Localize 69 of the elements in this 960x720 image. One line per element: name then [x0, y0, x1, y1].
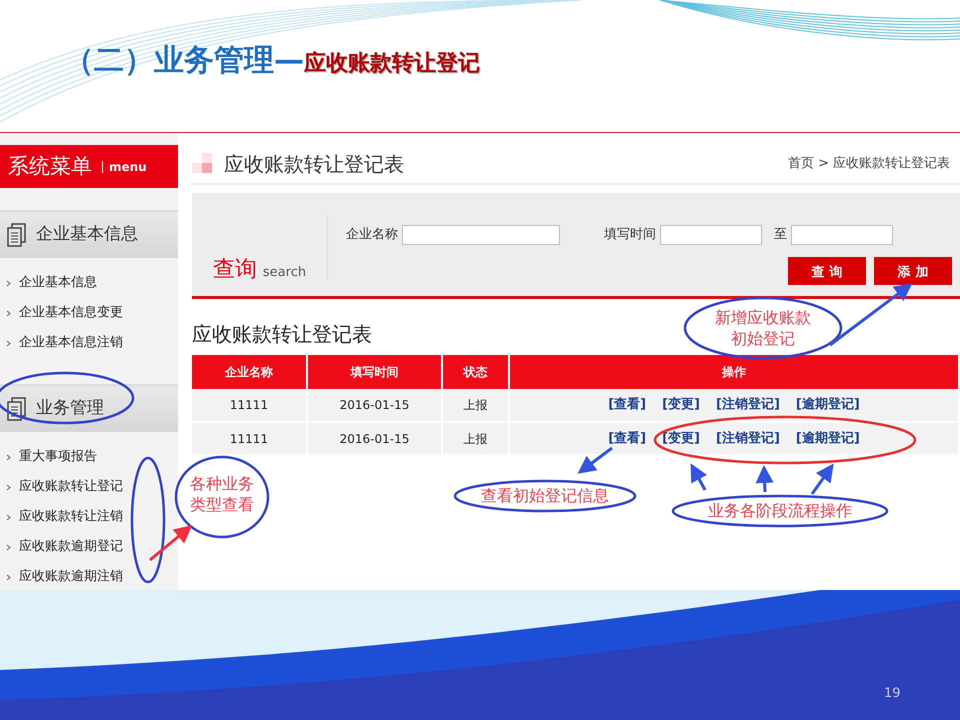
arrow: [756, 465, 774, 492]
menu-group-label: 企业基本信息: [36, 223, 138, 246]
arrow: [810, 464, 834, 495]
field-label: 填写时间: [604, 226, 656, 244]
table-cell: 上报: [442, 422, 509, 455]
column-header: 状态: [442, 355, 509, 389]
annotation-text: 各种业务 类型查看: [190, 473, 254, 515]
annotation-text: 新增应收账款 初始登记: [715, 307, 811, 349]
documents-icon: [6, 397, 28, 421]
table-cell: 2016-01-15: [307, 389, 442, 422]
column-header: 企业名称: [192, 355, 307, 389]
chevron-icon: [6, 280, 11, 286]
table-title: 应收账款转让登记表: [192, 321, 372, 348]
breadcrumb-link[interactable]: 首页: [788, 154, 814, 174]
table-cell: 2016-01-15: [307, 422, 442, 455]
menu-group-label: 业务管理: [36, 397, 104, 420]
menu-item[interactable]: 企业基本信息注销: [6, 328, 178, 358]
breadcrumb-separator: >: [818, 155, 829, 174]
search-subheading: search: [262, 264, 306, 282]
action-link[interactable]: [注销登记]: [716, 397, 780, 412]
field-label: 企业名称: [346, 226, 398, 244]
chevron-icon: [6, 574, 11, 580]
annotation-text: 业务各阶段流程操作: [708, 500, 852, 521]
arrow: [149, 525, 192, 562]
input-field[interactable]: [402, 225, 560, 245]
table-cell: 11111: [192, 389, 307, 422]
annotation-text: 查看初始登记信息: [481, 485, 609, 506]
arrow: [578, 446, 613, 474]
page-title: 应收账款转让登记表: [224, 151, 404, 178]
input-field[interactable]: [791, 225, 893, 245]
menu-item[interactable]: 应收账款逾期登记: [6, 532, 178, 562]
chevron-icon: [6, 514, 11, 520]
sidebar-title: 系统菜单: [8, 152, 92, 180]
slide-subtitle: 应收账款转让登记: [304, 50, 480, 78]
page-number: 19: [884, 685, 901, 703]
action-link[interactable]: [变更]: [662, 397, 700, 412]
menu-item[interactable]: 应收账款转让注销: [6, 502, 178, 532]
table-cell: 上报: [442, 389, 509, 422]
action-button[interactable]: 添 加: [874, 257, 952, 285]
menu-item[interactable]: 应收账款逾期注销: [6, 562, 178, 592]
action-link[interactable]: [查看]: [608, 430, 646, 446]
chevron-icon: [6, 310, 11, 316]
action-link[interactable]: [逾期登记]: [796, 397, 860, 412]
slide-title: （二）业务管理—: [64, 42, 304, 80]
chevron-icon: [6, 454, 11, 460]
sidebar-subtitle: menu: [102, 160, 147, 172]
menu-group-header[interactable]: 企业基本信息: [0, 210, 178, 258]
action-button[interactable]: 查 询: [788, 257, 866, 285]
menu-group-header[interactable]: 业务管理: [0, 384, 178, 432]
breadcrumb-current: 应收账款转让登记表: [833, 155, 950, 174]
table-cell: 11111: [192, 422, 307, 455]
action-link[interactable]: [注销登记]: [716, 430, 780, 446]
input-field[interactable]: [660, 225, 762, 245]
chevron-icon: [6, 544, 11, 550]
chevron-icon: [6, 484, 11, 490]
column-header: 填写时间: [307, 355, 442, 389]
action-link[interactable]: [查看]: [608, 397, 646, 412]
action-link[interactable]: [逾期登记]: [796, 430, 860, 446]
field-label: 至: [774, 226, 787, 244]
chevron-icon: [6, 340, 11, 346]
documents-icon: [6, 223, 28, 247]
arrow: [690, 463, 708, 491]
menu-item[interactable]: 应收账款转让登记: [6, 472, 178, 502]
menu-item[interactable]: 企业基本信息: [6, 268, 178, 298]
menu-item[interactable]: 重大事项报告: [6, 442, 178, 472]
search-heading: 查询: [212, 256, 257, 284]
menu-item[interactable]: 企业基本信息变更: [6, 298, 178, 328]
column-header: 操作: [509, 355, 959, 389]
action-link[interactable]: [变更]: [662, 430, 700, 446]
